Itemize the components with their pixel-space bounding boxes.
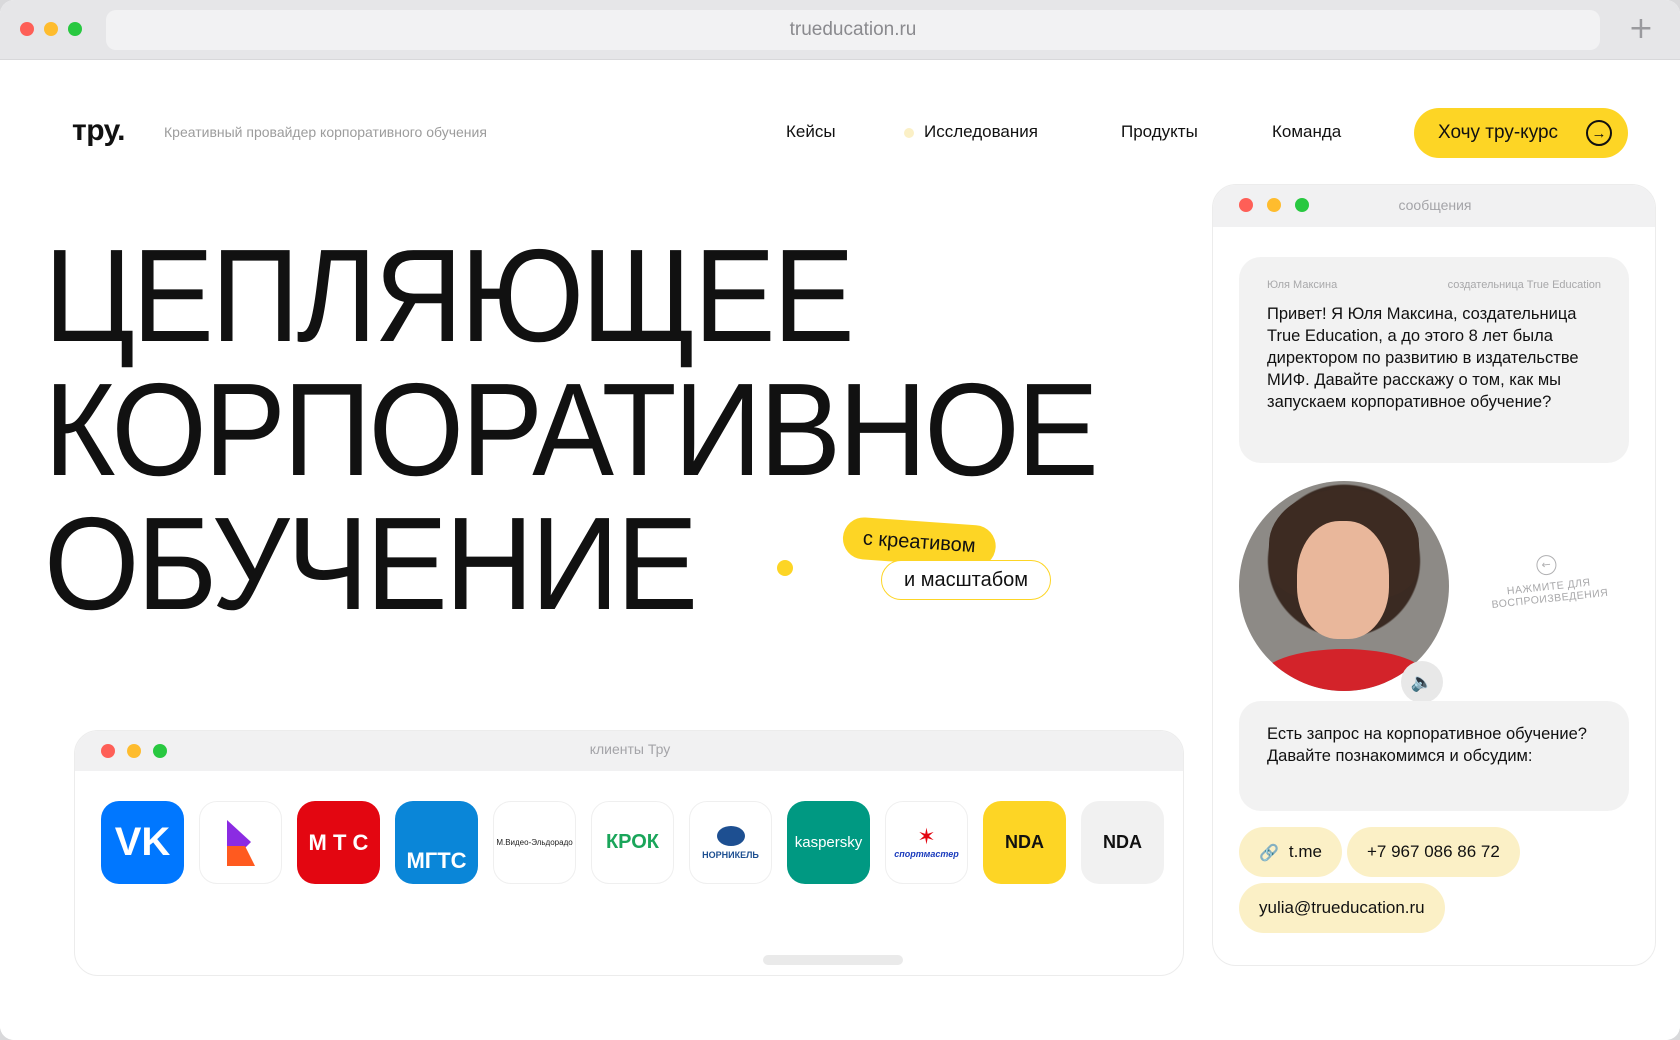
nav-indicator-dot [904, 128, 914, 138]
hero-pill-scale: и масштабом [881, 560, 1052, 600]
arrow-right-circle-icon: → [1586, 120, 1612, 146]
nav-research[interactable]: Исследования [924, 122, 1038, 142]
avatar-face [1297, 521, 1389, 639]
chat-author-name: Юля Максина [1267, 279, 1338, 291]
play-hint[interactable]: ← НАЖМИТЕ ДЛЯ ВОСПРОИЗВЕДЕНИЯ [1481, 548, 1616, 611]
clients-window-bar: клиенты Тру [75, 731, 1183, 771]
contact-phone-text: +7 967 086 86 72 [1367, 842, 1500, 861]
play-hint-text: НАЖМИТЕ ДЛЯ ВОСПРОИЗВЕДЕНИЯ [1491, 576, 1609, 611]
client-logo-kaspersky: kaspersky [787, 801, 870, 884]
hero-line-3: ОБУЧЕНИЕ [44, 490, 698, 637]
client-logo-sportmaster: ✶ спортмастер [885, 801, 968, 884]
chat-message-intro: Юля Максина создательница True Education… [1239, 257, 1629, 463]
contact-telegram-link[interactable]: 🔗 t.me [1239, 827, 1342, 877]
address-text: trueducation.ru [789, 19, 917, 40]
client-logo-mvideo-eldorado: М.Видео-Эльдорадо [493, 801, 576, 884]
client-logo-mgts: МГТС [395, 801, 478, 884]
clients-window: клиенты Тру VK М Т С МГТС М.Видео-Эльдор… [74, 730, 1184, 976]
link-icon: 🔗 [1259, 842, 1279, 862]
mgts-logo-text: МГТС [406, 848, 467, 873]
chat-message-request-text: Есть запрос на корпоративное обучение? Д… [1267, 725, 1587, 765]
video-avatar[interactable] [1239, 481, 1449, 691]
contact-telegram-text: t.me [1288, 842, 1322, 861]
vk-logo-text: VK [114, 820, 171, 864]
client-logo-nornickel: НОРНИКЕЛЬ [689, 801, 772, 884]
kion-logo-icon [226, 819, 255, 866]
nav-cases[interactable]: Кейсы [786, 122, 836, 142]
nornickel-emblem-icon [716, 825, 745, 846]
mvideo-logo-text: М.Видео-Эльдорадо [496, 838, 573, 847]
site-tagline: Креативный провайдер корпоративного обуч… [164, 124, 487, 140]
client-logos-row: VK М Т С МГТС М.Видео-Эльдорадо КРОК НОР… [101, 801, 1164, 884]
client-logo-nda-2: NDA [1081, 801, 1164, 884]
contact-email-link[interactable]: yulia@trueducation.ru [1239, 883, 1445, 933]
browser-toolbar: trueducation.ru + [0, 0, 1680, 60]
nornickel-logo-text: НОРНИКЕЛЬ [702, 849, 759, 860]
address-bar[interactable]: trueducation.ru [106, 10, 1600, 50]
contact-phone-link[interactable]: +7 967 086 86 72 [1347, 827, 1520, 877]
accent-dot [777, 560, 793, 576]
chat-window-bar: сообщения [1213, 185, 1655, 227]
nav-team[interactable]: Команда [1272, 122, 1341, 142]
chat-window: сообщения Юля Максина создательница True… [1212, 184, 1656, 966]
chat-author-role: создательница True Education [1447, 279, 1601, 291]
kaspersky-logo-text: kaspersky [794, 834, 863, 851]
plus-icon[interactable]: + [1626, 14, 1656, 44]
chat-message-request: Есть запрос на корпоративное обучение? Д… [1239, 701, 1629, 811]
page: тру. Креативный провайдер корпоративного… [0, 60, 1680, 1040]
cta-button[interactable]: Хочу тру-курс → [1414, 108, 1628, 158]
client-logo-krok: КРОК [591, 801, 674, 884]
krok-logo-text: КРОК [605, 831, 660, 853]
contact-email-text: yulia@trueducation.ru [1259, 898, 1425, 917]
hero-line-1: ЦЕПЛЯЮЩЕЕ [44, 222, 855, 369]
clients-scrollbar[interactable] [763, 955, 903, 965]
nav-products[interactable]: Продукты [1121, 122, 1198, 142]
nda-logo-text-2: NDA [1103, 832, 1142, 852]
chat-title: сообщения [1398, 197, 1472, 213]
chat-message-intro-text: Привет! Я Юля Максина, создательница Tru… [1267, 305, 1579, 411]
sound-icon[interactable]: 🔈 [1401, 661, 1443, 703]
play-arrow-icon: ← [1535, 554, 1558, 577]
client-logo-vk: VK [101, 801, 184, 884]
maximize-window-button[interactable] [68, 22, 82, 36]
hero-line-2: КОРПОРАТИВНОЕ [44, 356, 1099, 503]
minimize-window-button[interactable] [44, 22, 58, 36]
browser-window: trueducation.ru + тру. Креативный провай… [0, 0, 1680, 1040]
nda-logo-text: NDA [1005, 832, 1044, 852]
sportmaster-figure-icon: ✶ [917, 824, 936, 850]
client-logo-kion [199, 801, 282, 884]
cta-label: Хочу тру-курс [1438, 122, 1559, 143]
mts-logo-text: М Т С [308, 829, 369, 855]
clients-title: клиенты Тру [589, 741, 671, 757]
client-logo-nda: NDA [983, 801, 1066, 884]
close-window-button[interactable] [20, 22, 34, 36]
sportmaster-logo-text: спортмастер [894, 848, 959, 859]
site-logo[interactable]: тру. [72, 114, 126, 148]
client-logo-mts: М Т С [297, 801, 380, 884]
